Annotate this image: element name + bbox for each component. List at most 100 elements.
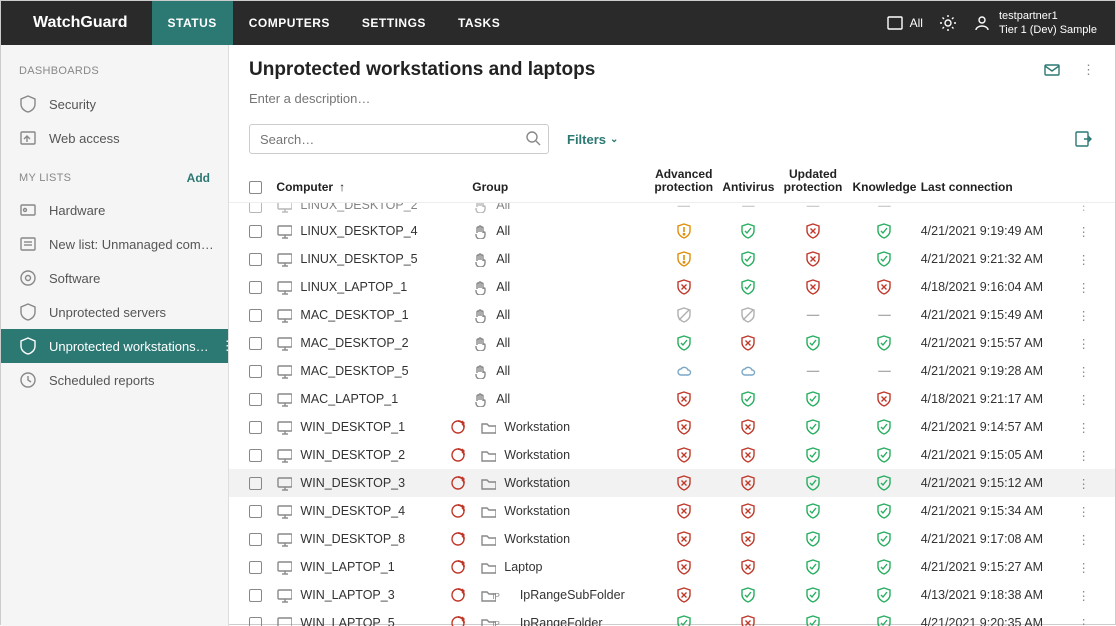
table-row[interactable]: MAC_DESKTOP_2All4/21/2021 9:15:57 AM⋮: [229, 329, 1115, 357]
table-row[interactable]: LINUX_LAPTOP_1All4/18/2021 9:16:04 AM⋮: [229, 273, 1115, 301]
row-more-button[interactable]: ⋮: [1077, 252, 1095, 267]
col-group[interactable]: Group: [472, 180, 648, 194]
shield-ok-icon: [740, 223, 756, 239]
row-more-button[interactable]: ⋮: [1077, 616, 1095, 626]
col-advanced-protection[interactable]: Advanced protection: [649, 168, 720, 194]
row-checkbox[interactable]: [249, 393, 262, 406]
user-menu[interactable]: testpartner1 Tier 1 (Dev) Sample: [973, 9, 1097, 38]
table-header: Computer↑ Group Advanced protection Anti…: [229, 164, 1115, 203]
row-more-button[interactable]: ⋮: [1077, 336, 1095, 351]
col-updated-protection[interactable]: Updated protection: [778, 168, 849, 194]
row-checkbox[interactable]: [249, 281, 262, 294]
row-more-button[interactable]: ⋮: [1077, 203, 1095, 213]
filters-button[interactable]: Filters ⌄: [567, 132, 618, 147]
row-more-button[interactable]: ⋮: [1077, 280, 1095, 295]
row-checkbox[interactable]: [249, 533, 262, 546]
table-row[interactable]: WIN_LAPTOP_1Laptop4/21/2021 9:15:27 AM⋮: [229, 553, 1115, 581]
row-more-button[interactable]: ⋮: [1077, 448, 1095, 463]
dash-icon: —: [807, 365, 820, 379]
sidebar-item-scheduled-reports[interactable]: Scheduled reports: [1, 363, 228, 397]
row-more-button[interactable]: ⋮: [1077, 504, 1095, 519]
row-more-button[interactable]: ⋮: [1077, 532, 1095, 547]
col-knowledge[interactable]: Knowledge: [848, 180, 920, 194]
table-row[interactable]: WIN_DESKTOP_3Workstation4/21/2021 9:15:1…: [229, 469, 1115, 497]
shield-ok-icon: [740, 251, 756, 267]
group-name: All: [496, 252, 510, 266]
row-more-button[interactable]: ⋮: [1077, 420, 1095, 435]
row-more-button[interactable]: ⋮: [1077, 308, 1095, 323]
sidebar-item-security[interactable]: Security: [1, 87, 228, 121]
sidebar-item-unprotected-servers[interactable]: Unprotected servers: [1, 295, 228, 329]
row-checkbox[interactable]: [249, 203, 262, 213]
row-checkbox[interactable]: [249, 477, 262, 490]
group-name: IpRangeSubFolder: [520, 588, 625, 602]
add-list-button[interactable]: Add: [187, 171, 210, 185]
col-last-connection[interactable]: Last connection: [921, 180, 1078, 194]
row-more-button[interactable]: ⋮: [1077, 364, 1095, 379]
row-checkbox[interactable]: [249, 225, 262, 238]
sidebar-item-new-list-unmanaged-com-[interactable]: New list: Unmanaged com…: [1, 227, 228, 261]
settings-gear-button[interactable]: [937, 12, 959, 34]
col-antivirus[interactable]: Antivirus: [719, 180, 778, 194]
all-folders-button[interactable]: All: [886, 12, 923, 34]
table-row[interactable]: WIN_DESKTOP_4Workstation4/21/2021 9:15:3…: [229, 497, 1115, 525]
monitor-icon: [276, 419, 292, 435]
table-row[interactable]: LINUX_DESKTOP_4All4/21/2021 9:19:49 AM⋮: [229, 217, 1115, 245]
nav-status[interactable]: STATUS: [152, 1, 233, 45]
select-all-checkbox[interactable]: [249, 181, 262, 194]
sidebar-item-unprotected-workstations[interactable]: Unprotected workstations…⋮: [1, 329, 228, 363]
table-row[interactable]: LINUX_DESKTOP_5All4/21/2021 9:21:32 AM⋮: [229, 245, 1115, 273]
computer-name: LINUX_DESKTOP_2: [300, 203, 417, 212]
table-row[interactable]: MAC_DESKTOP_1All——4/21/2021 9:15:49 AM⋮: [229, 301, 1115, 329]
search-input[interactable]: [249, 124, 549, 154]
table-row[interactable]: LINUX_DESKTOP_2All————⋮: [229, 203, 1115, 217]
col-computer[interactable]: Computer↑: [276, 180, 472, 194]
dash-icon: —: [807, 203, 820, 213]
row-more-button[interactable]: ⋮: [1077, 588, 1095, 603]
table-row[interactable]: WIN_LAPTOP_3IPIpRangeSubFolder4/13/2021 …: [229, 581, 1115, 609]
nav-settings[interactable]: SETTINGS: [346, 1, 442, 45]
computer-name: MAC_DESKTOP_1: [300, 308, 408, 322]
table-row[interactable]: WIN_DESKTOP_2Workstation4/21/2021 9:15:0…: [229, 441, 1115, 469]
shield-ok-icon: [676, 615, 692, 626]
table-row[interactable]: MAC_LAPTOP_1All4/18/2021 9:21:17 AM⋮: [229, 385, 1115, 413]
table-row[interactable]: MAC_DESKTOP_5All——4/21/2021 9:19:28 AM⋮: [229, 357, 1115, 385]
dash-icon: —: [807, 309, 820, 323]
shield-error-icon: [676, 391, 692, 407]
row-checkbox[interactable]: [249, 505, 262, 518]
sidebar-item-web-access[interactable]: Web access: [1, 121, 228, 155]
row-more-button[interactable]: ⋮: [1077, 392, 1095, 407]
nav-computers[interactable]: COMPUTERS: [233, 1, 346, 45]
mail-button[interactable]: [1042, 59, 1064, 81]
row-checkbox[interactable]: [249, 561, 262, 574]
table-row[interactable]: WIN_LAPTOP_5IPIpRangeFolder4/21/2021 9:2…: [229, 609, 1115, 626]
page-more-button[interactable]: ⋮: [1082, 62, 1095, 78]
row-checkbox[interactable]: [249, 365, 262, 378]
row-checkbox[interactable]: [249, 589, 262, 602]
shield-ok-icon: [876, 335, 892, 351]
row-checkbox[interactable]: [249, 253, 262, 266]
last-connection: 4/21/2021 9:15:27 AM: [921, 560, 1078, 574]
row-checkbox[interactable]: [249, 421, 262, 434]
sidebar-item-hardware[interactable]: Hardware: [1, 193, 228, 227]
hand-icon: [472, 307, 488, 323]
export-button[interactable]: [1073, 128, 1095, 150]
row-more-button[interactable]: ⋮: [1077, 476, 1095, 491]
monitor-icon: [276, 335, 292, 351]
nav-tasks[interactable]: TASKS: [442, 1, 516, 45]
shield-error-icon: [740, 615, 756, 626]
monitor-icon: [276, 503, 292, 519]
row-more-button[interactable]: ⋮: [1077, 560, 1095, 575]
sidebar-item-software[interactable]: Software: [1, 261, 228, 295]
row-checkbox[interactable]: [249, 337, 262, 350]
shield-open-icon: [19, 303, 37, 321]
table-row[interactable]: WIN_DESKTOP_1Workstation4/21/2021 9:14:5…: [229, 413, 1115, 441]
table-row[interactable]: WIN_DESKTOP_8Workstation4/21/2021 9:17:0…: [229, 525, 1115, 553]
row-checkbox[interactable]: [249, 309, 262, 322]
description-input[interactable]: [229, 87, 761, 118]
shield-ok-icon: [805, 587, 821, 603]
sidebar-item-label: New list: Unmanaged com…: [49, 237, 214, 252]
sidebar-item-more[interactable]: ⋮: [221, 338, 228, 354]
row-checkbox[interactable]: [249, 449, 262, 462]
row-more-button[interactable]: ⋮: [1077, 224, 1095, 239]
